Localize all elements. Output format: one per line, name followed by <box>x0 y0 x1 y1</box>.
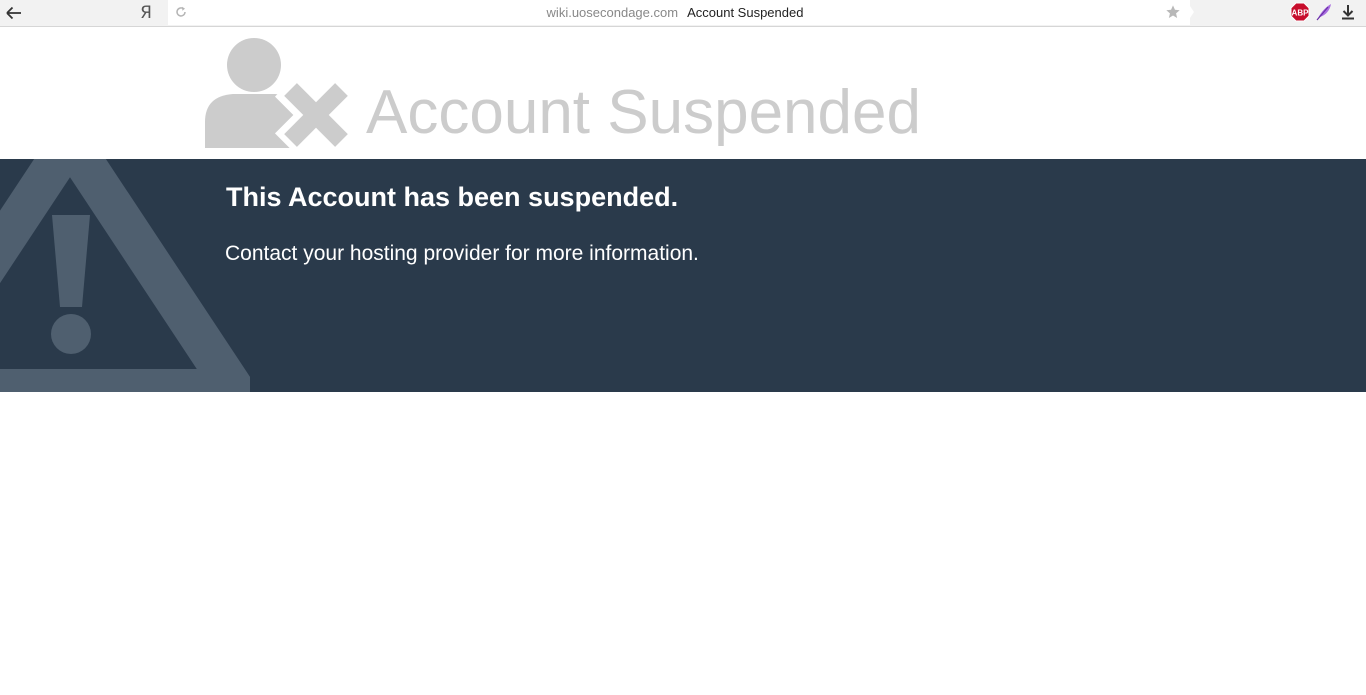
adblock-plus-label: ABP <box>1292 9 1310 18</box>
feather-icon <box>1316 4 1331 21</box>
yandex-home-button[interactable]: Я <box>136 0 156 25</box>
back-button[interactable] <box>2 0 26 25</box>
address-bar-edge <box>1186 0 1194 24</box>
adblock-plus-icon: ABP <box>1290 2 1310 22</box>
downloads-button[interactable] <box>1338 2 1358 22</box>
browser-toolbar: Я wiki.uosecondage.com Account Suspended… <box>0 0 1366 27</box>
url-field[interactable]: wiki.uosecondage.com Account Suspended <box>190 0 1160 25</box>
adblock-plus-button[interactable]: ABP <box>1290 2 1310 22</box>
arrow-left-icon <box>6 6 21 19</box>
suspension-banner: This Account has been suspended. Contact… <box>0 159 1366 392</box>
url-domain: wiki.uosecondage.com <box>546 5 679 20</box>
reload-icon <box>176 6 186 17</box>
url-page-title: Account Suspended <box>687 5 804 20</box>
warning-icon <box>0 159 250 392</box>
user-remove-icon <box>205 38 351 148</box>
suspension-title: This Account has been suspended. <box>226 182 679 212</box>
page-title: Account Suspended <box>366 78 921 147</box>
bookmark-button[interactable] <box>1163 2 1183 22</box>
feather-extension-button[interactable] <box>1314 2 1334 22</box>
reload-button[interactable] <box>172 3 190 21</box>
download-icon <box>1342 5 1354 20</box>
star-icon <box>1166 5 1180 18</box>
suspension-message: Contact your hosting provider for more i… <box>225 242 699 265</box>
page-header: Account Suspended <box>0 27 1366 159</box>
